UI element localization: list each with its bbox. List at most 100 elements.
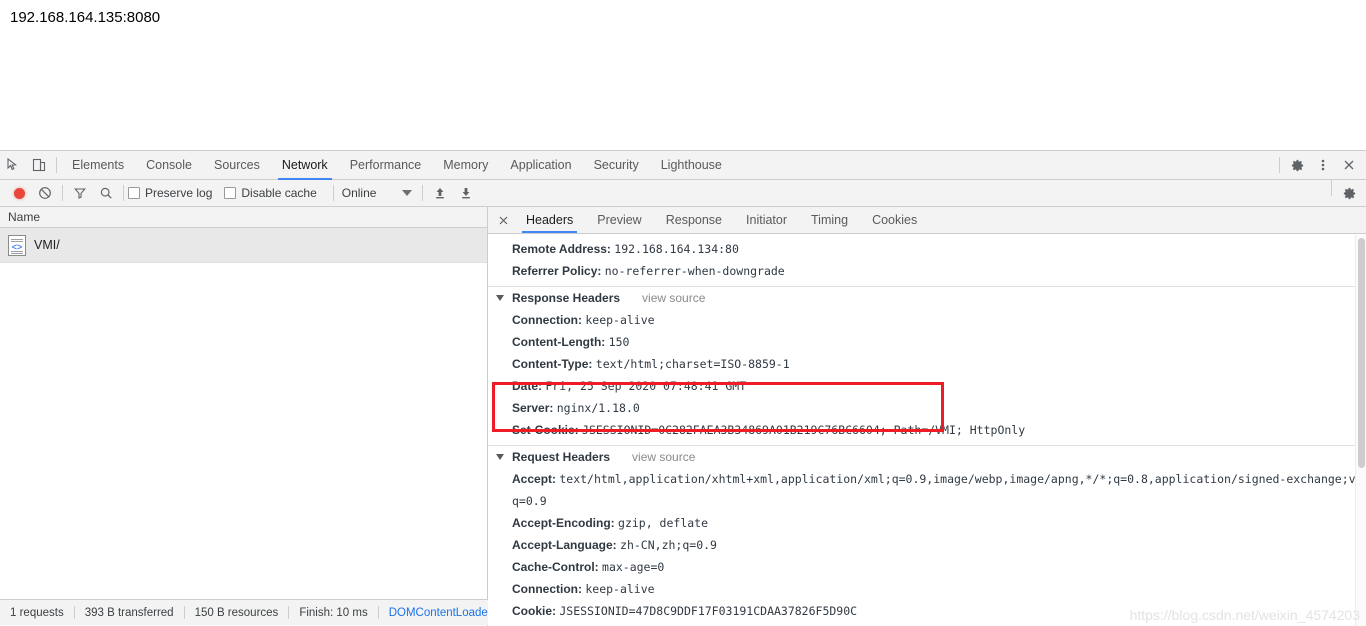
header-row-server: Server: nginx/1.18.0 (488, 397, 1366, 419)
devtools-tab-list: Elements Console Sources Network Perform… (61, 151, 733, 180)
tab-memory[interactable]: Memory (432, 151, 499, 180)
header-key: Cache-Control: (512, 560, 599, 574)
network-toolbar-actions (1327, 180, 1366, 206)
header-value: 150 (609, 335, 630, 349)
header-row-remote-address: Remote Address: 192.168.164.134:80 (488, 238, 1366, 260)
network-status-bar: 1 requests 393 B transferred 150 B resou… (0, 599, 488, 625)
tab-performance[interactable]: Performance (339, 151, 433, 180)
device-toolbar-icon[interactable] (26, 152, 52, 178)
header-row-referrer-policy: Referrer Policy: no-referrer-when-downgr… (488, 260, 1366, 282)
gear-icon[interactable] (1336, 180, 1362, 206)
export-har-icon[interactable] (453, 180, 479, 206)
header-row-accept: Accept: text/html,application/xhtml+xml,… (488, 468, 1366, 490)
toolbar-divider (1331, 180, 1332, 196)
request-headers-section-title[interactable]: Request Headers view source (488, 446, 1366, 468)
throttling-dropdown[interactable]: Online (338, 186, 413, 200)
status-divider (184, 606, 185, 619)
tab-label: Memory (443, 158, 488, 172)
more-vertical-icon[interactable] (1310, 152, 1336, 178)
tab-initiator[interactable]: Initiator (734, 207, 799, 233)
header-value: text/html,application/xhtml+xml,applicat… (559, 472, 1366, 486)
devtools-tabbar: Elements Console Sources Network Perform… (0, 151, 1366, 180)
tab-label: Security (594, 158, 639, 172)
tab-timing[interactable]: Timing (799, 207, 860, 233)
scrollbar-thumb[interactable] (1358, 238, 1365, 468)
record-indicator (14, 188, 25, 199)
table-row[interactable]: <> VMI/ (0, 228, 487, 263)
header-value: 192.168.164.134:80 (614, 242, 739, 256)
network-split-view: Name <> VMI/ Headers Preview Response (0, 207, 1366, 626)
header-row-connection: Connection: keep-alive (488, 309, 1366, 331)
response-headers-section-title[interactable]: Response Headers view source (488, 287, 1366, 309)
request-list: Name <> VMI/ (0, 207, 488, 626)
tab-label: Response (666, 213, 722, 227)
header-row-content-length: Content-Length: 150 (488, 331, 1366, 353)
chevron-down-icon (402, 190, 412, 196)
section-label: Response Headers (512, 287, 620, 309)
tab-label: Initiator (746, 213, 787, 227)
close-icon[interactable] (492, 207, 514, 233)
inspect-element-icon[interactable] (0, 152, 26, 178)
header-key: Accept-Language: (512, 538, 617, 552)
tab-response[interactable]: Response (654, 207, 734, 233)
status-resources: 150 B resources (195, 607, 279, 619)
tab-elements[interactable]: Elements (61, 151, 135, 180)
header-row-connection-request: Connection: keep-alive (488, 578, 1366, 600)
header-key: Remote Address: (512, 242, 611, 256)
toolbar-divider (333, 185, 334, 201)
tab-headers[interactable]: Headers (514, 207, 585, 233)
clear-button[interactable] (32, 180, 58, 206)
filter-icon[interactable] (67, 180, 93, 206)
header-key: Cookie: (512, 604, 556, 618)
checkbox-box (224, 187, 236, 199)
section-label: Request Headers (512, 446, 610, 468)
tab-sources[interactable]: Sources (203, 151, 271, 180)
tab-lighthouse[interactable]: Lighthouse (650, 151, 733, 180)
network-toolbar: Preserve log Disable cache Online (0, 180, 1366, 207)
request-list-header: Name (0, 207, 487, 228)
detail-scrollbar[interactable] (1355, 234, 1366, 626)
header-value: JSESSIONID=0C282FAEA3B34869A01B219C76BC6… (582, 423, 1025, 437)
import-har-icon[interactable] (427, 180, 453, 206)
toolbar-divider (56, 157, 57, 173)
search-icon[interactable] (93, 180, 119, 206)
close-icon[interactable] (1336, 152, 1362, 178)
tab-application[interactable]: Application (499, 151, 582, 180)
tab-label: Console (146, 158, 192, 172)
tab-label: Timing (811, 213, 848, 227)
header-value: nginx/1.18.0 (557, 401, 640, 415)
throttling-value: Online (342, 186, 377, 200)
disable-cache-label: Disable cache (241, 186, 316, 200)
checkbox-box (128, 187, 140, 199)
view-source-link[interactable]: view source (632, 446, 695, 468)
tab-console[interactable]: Console (135, 151, 203, 180)
disable-cache-checkbox[interactable]: Disable cache (224, 186, 316, 200)
header-value: JSESSIONID=47D8C9DDF17F03191CDAA37826F5D… (559, 604, 857, 618)
chevron-down-icon (496, 295, 504, 301)
gear-icon[interactable] (1284, 152, 1310, 178)
header-row-set-cookie: Set-Cookie: JSESSIONID=0C282FAEA3B34869A… (488, 419, 1366, 441)
request-name: VMI/ (34, 238, 60, 252)
tab-security[interactable]: Security (583, 151, 650, 180)
header-key: Referrer Policy: (512, 264, 601, 278)
tab-preview[interactable]: Preview (585, 207, 653, 233)
preserve-log-checkbox[interactable]: Preserve log (128, 186, 212, 200)
column-header-name: Name (8, 210, 40, 224)
tab-cookies[interactable]: Cookies (860, 207, 929, 233)
view-source-link[interactable]: view source (642, 287, 705, 309)
detail-tabbar: Headers Preview Response Initiator Timin… (488, 207, 1366, 234)
header-value-wrapped-tail: q=0.9 (488, 490, 1366, 512)
status-divider (74, 606, 75, 619)
tab-label: Performance (350, 158, 422, 172)
header-row-accept-language: Accept-Language: zh-CN,zh;q=0.9 (488, 534, 1366, 556)
toolbar-divider (422, 185, 423, 201)
status-finish: Finish: 10 ms (299, 607, 367, 619)
tab-label: Cookies (872, 213, 917, 227)
header-value: text/html;charset=ISO-8859-1 (596, 357, 790, 371)
record-button[interactable] (6, 180, 32, 206)
header-value: Fri, 25 Sep 2020 07:48:41 GMT (545, 379, 746, 393)
status-divider (378, 606, 379, 619)
tab-network[interactable]: Network (271, 151, 339, 180)
headers-content: Remote Address: 192.168.164.134:80 Refer… (488, 234, 1366, 626)
header-value: gzip, deflate (618, 516, 708, 530)
